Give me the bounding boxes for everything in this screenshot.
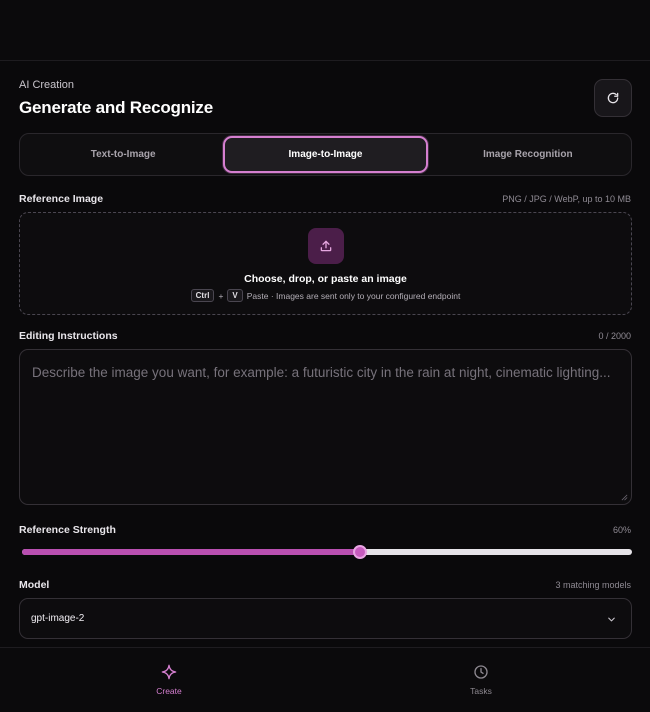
tab-image-to-image[interactable]: Image-to-Image — [223, 136, 428, 173]
upload-button[interactable] — [308, 228, 344, 264]
mode-tabs: Text-to-Image Image-to-Image Image Recog… — [19, 133, 632, 176]
strength-value: 60% — [612, 525, 631, 535]
instructions-counter: 0 / 2000 — [598, 331, 631, 341]
nav-create[interactable]: Create — [129, 664, 209, 696]
dropzone-hint: Ctrl + V Paste · Images are sent only to… — [20, 289, 631, 302]
refresh-button[interactable] — [594, 79, 632, 117]
model-select[interactable]: gpt-image-2 — [19, 598, 632, 639]
reference-image-hint: PNG / JPG / WebP, up to 10 MB — [502, 194, 631, 204]
nav-tasks[interactable]: Tasks — [441, 664, 521, 696]
instructions-placeholder: Describe the image you want, for example… — [32, 365, 611, 380]
refresh-icon — [607, 92, 619, 104]
sparkle-icon — [161, 664, 177, 680]
tab-text-to-image[interactable]: Text-to-Image — [23, 136, 223, 173]
page-title: Generate and Recognize — [19, 98, 213, 117]
v-key: V — [227, 289, 243, 302]
model-label: Model — [19, 579, 50, 591]
model-hint: 3 matching models — [555, 580, 631, 590]
chevron-down-icon — [608, 617, 615, 622]
dropzone-title: Choose, drop, or paste an image — [244, 273, 407, 285]
tab-image-recognition[interactable]: Image Recognition — [428, 136, 628, 173]
strength-slider[interactable] — [22, 545, 632, 559]
upload-icon — [320, 240, 332, 252]
paste-hint-text: Paste · Images are sent only to your con… — [246, 290, 461, 301]
strength-slider-fill — [22, 549, 360, 555]
clock-icon — [474, 665, 488, 679]
model-selected-value: gpt-image-2 — [31, 613, 85, 624]
reference-image-label: Reference Image — [19, 193, 104, 205]
ctrl-key: Ctrl — [190, 289, 215, 302]
nav-create-label: Create — [156, 686, 182, 696]
nav-tasks-label: Tasks — [470, 686, 492, 696]
page-subtitle: AI Creation — [19, 79, 75, 91]
bottom-nav: Create Tasks — [0, 647, 650, 712]
instructions-label: Editing Instructions — [19, 330, 118, 342]
strength-slider-thumb[interactable] — [353, 545, 367, 559]
instructions-textarea[interactable]: Describe the image you want, for example… — [19, 349, 632, 505]
top-bar — [0, 0, 650, 61]
resize-grip-icon[interactable] — [621, 494, 628, 501]
image-dropzone[interactable]: Choose, drop, or paste an image Ctrl + V… — [19, 212, 632, 315]
plus-sign: + — [218, 290, 224, 301]
strength-label: Reference Strength — [19, 524, 116, 536]
